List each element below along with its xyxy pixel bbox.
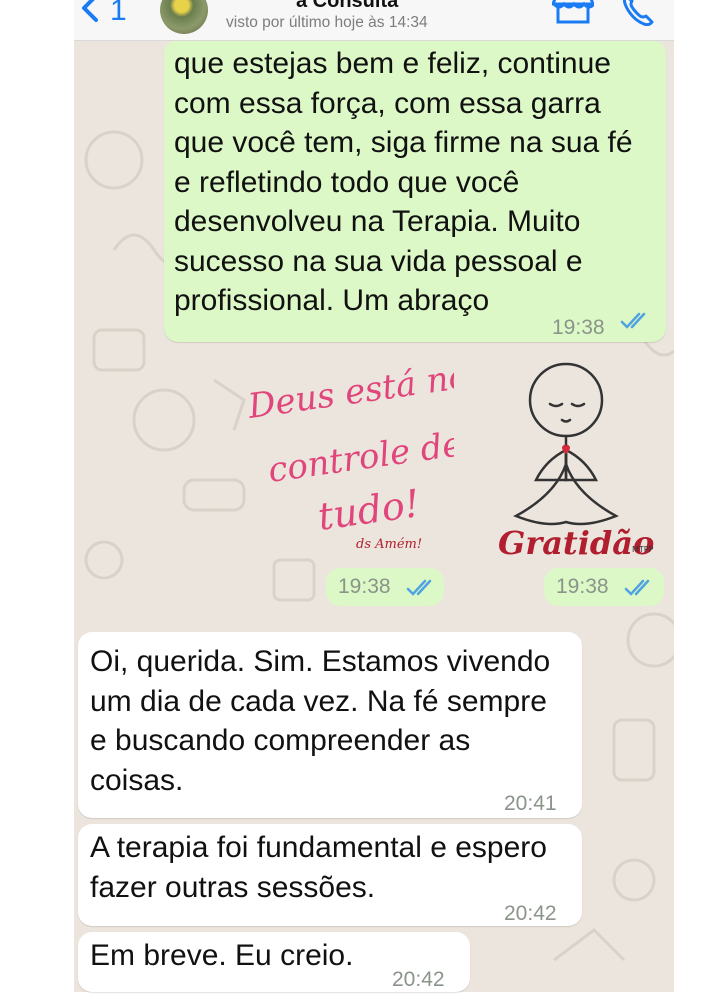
message-text: que estejas bem e feliz, continue com es… bbox=[174, 47, 633, 317]
message-time: 20:42 bbox=[504, 902, 557, 925]
sticker-signature: MTPP bbox=[632, 545, 654, 554]
avatar[interactable] bbox=[160, 0, 208, 34]
sticker-gratidao[interactable]: Gratidão MTPP bbox=[494, 360, 670, 564]
double-check-icon bbox=[620, 312, 646, 329]
sticker-lettering: Deus está no controle de tudo! ds Amém! bbox=[245, 356, 472, 552]
message-time: 19:38 bbox=[338, 575, 391, 598]
message-bubble-outgoing[interactable]: que estejas bem e feliz, continue com es… bbox=[164, 40, 666, 342]
sticker-line-2: controle de bbox=[266, 424, 454, 491]
message-time: 20:42 bbox=[392, 968, 445, 991]
message-text: Em breve. Eu creio. bbox=[90, 939, 354, 972]
sticker-deus-controle[interactable]: Deus está no controle de tudo! ds Amém! bbox=[236, 356, 472, 560]
message-time: 19:38 bbox=[556, 575, 609, 598]
meditating-figure-illustration: Gratidão MTPP bbox=[498, 362, 654, 562]
message-time: 20:41 bbox=[504, 792, 557, 815]
chevron-left-icon bbox=[82, 0, 98, 22]
message-time: 19:38 bbox=[552, 316, 605, 339]
sticker-word: Gratidão bbox=[498, 524, 654, 562]
phone-icon[interactable] bbox=[618, 0, 658, 26]
sticker-signature: ds Amém! bbox=[356, 537, 422, 552]
storefront-icon[interactable] bbox=[552, 0, 594, 26]
message-bubble-incoming[interactable]: Em breve. Eu creio. 20:42 bbox=[78, 932, 470, 992]
double-check-icon bbox=[406, 579, 432, 596]
chat-header: 1 a Consulta visto por último hoje às 14… bbox=[74, 0, 674, 41]
unread-count: 1 bbox=[110, 0, 127, 27]
sticker-time-pill: 19:38 bbox=[326, 568, 444, 606]
sticker-line-1: Deus está no bbox=[245, 360, 454, 427]
message-bubble-incoming[interactable]: Oi, querida. Sim. Estamos vivendo um dia… bbox=[78, 632, 582, 818]
contact-name[interactable]: a Consulta bbox=[296, 0, 398, 13]
message-bubble-incoming[interactable]: A terapia foi fundamental e espero fazer… bbox=[78, 824, 582, 926]
message-text: Oi, querida. Sim. Estamos vivendo um dia… bbox=[90, 645, 551, 797]
last-seen-status: visto por último hoje às 14:34 bbox=[226, 14, 428, 31]
double-check-icon bbox=[624, 579, 650, 596]
sticker-time-pill: 19:38 bbox=[544, 568, 664, 606]
sticker-line-3: tudo! bbox=[315, 481, 422, 539]
